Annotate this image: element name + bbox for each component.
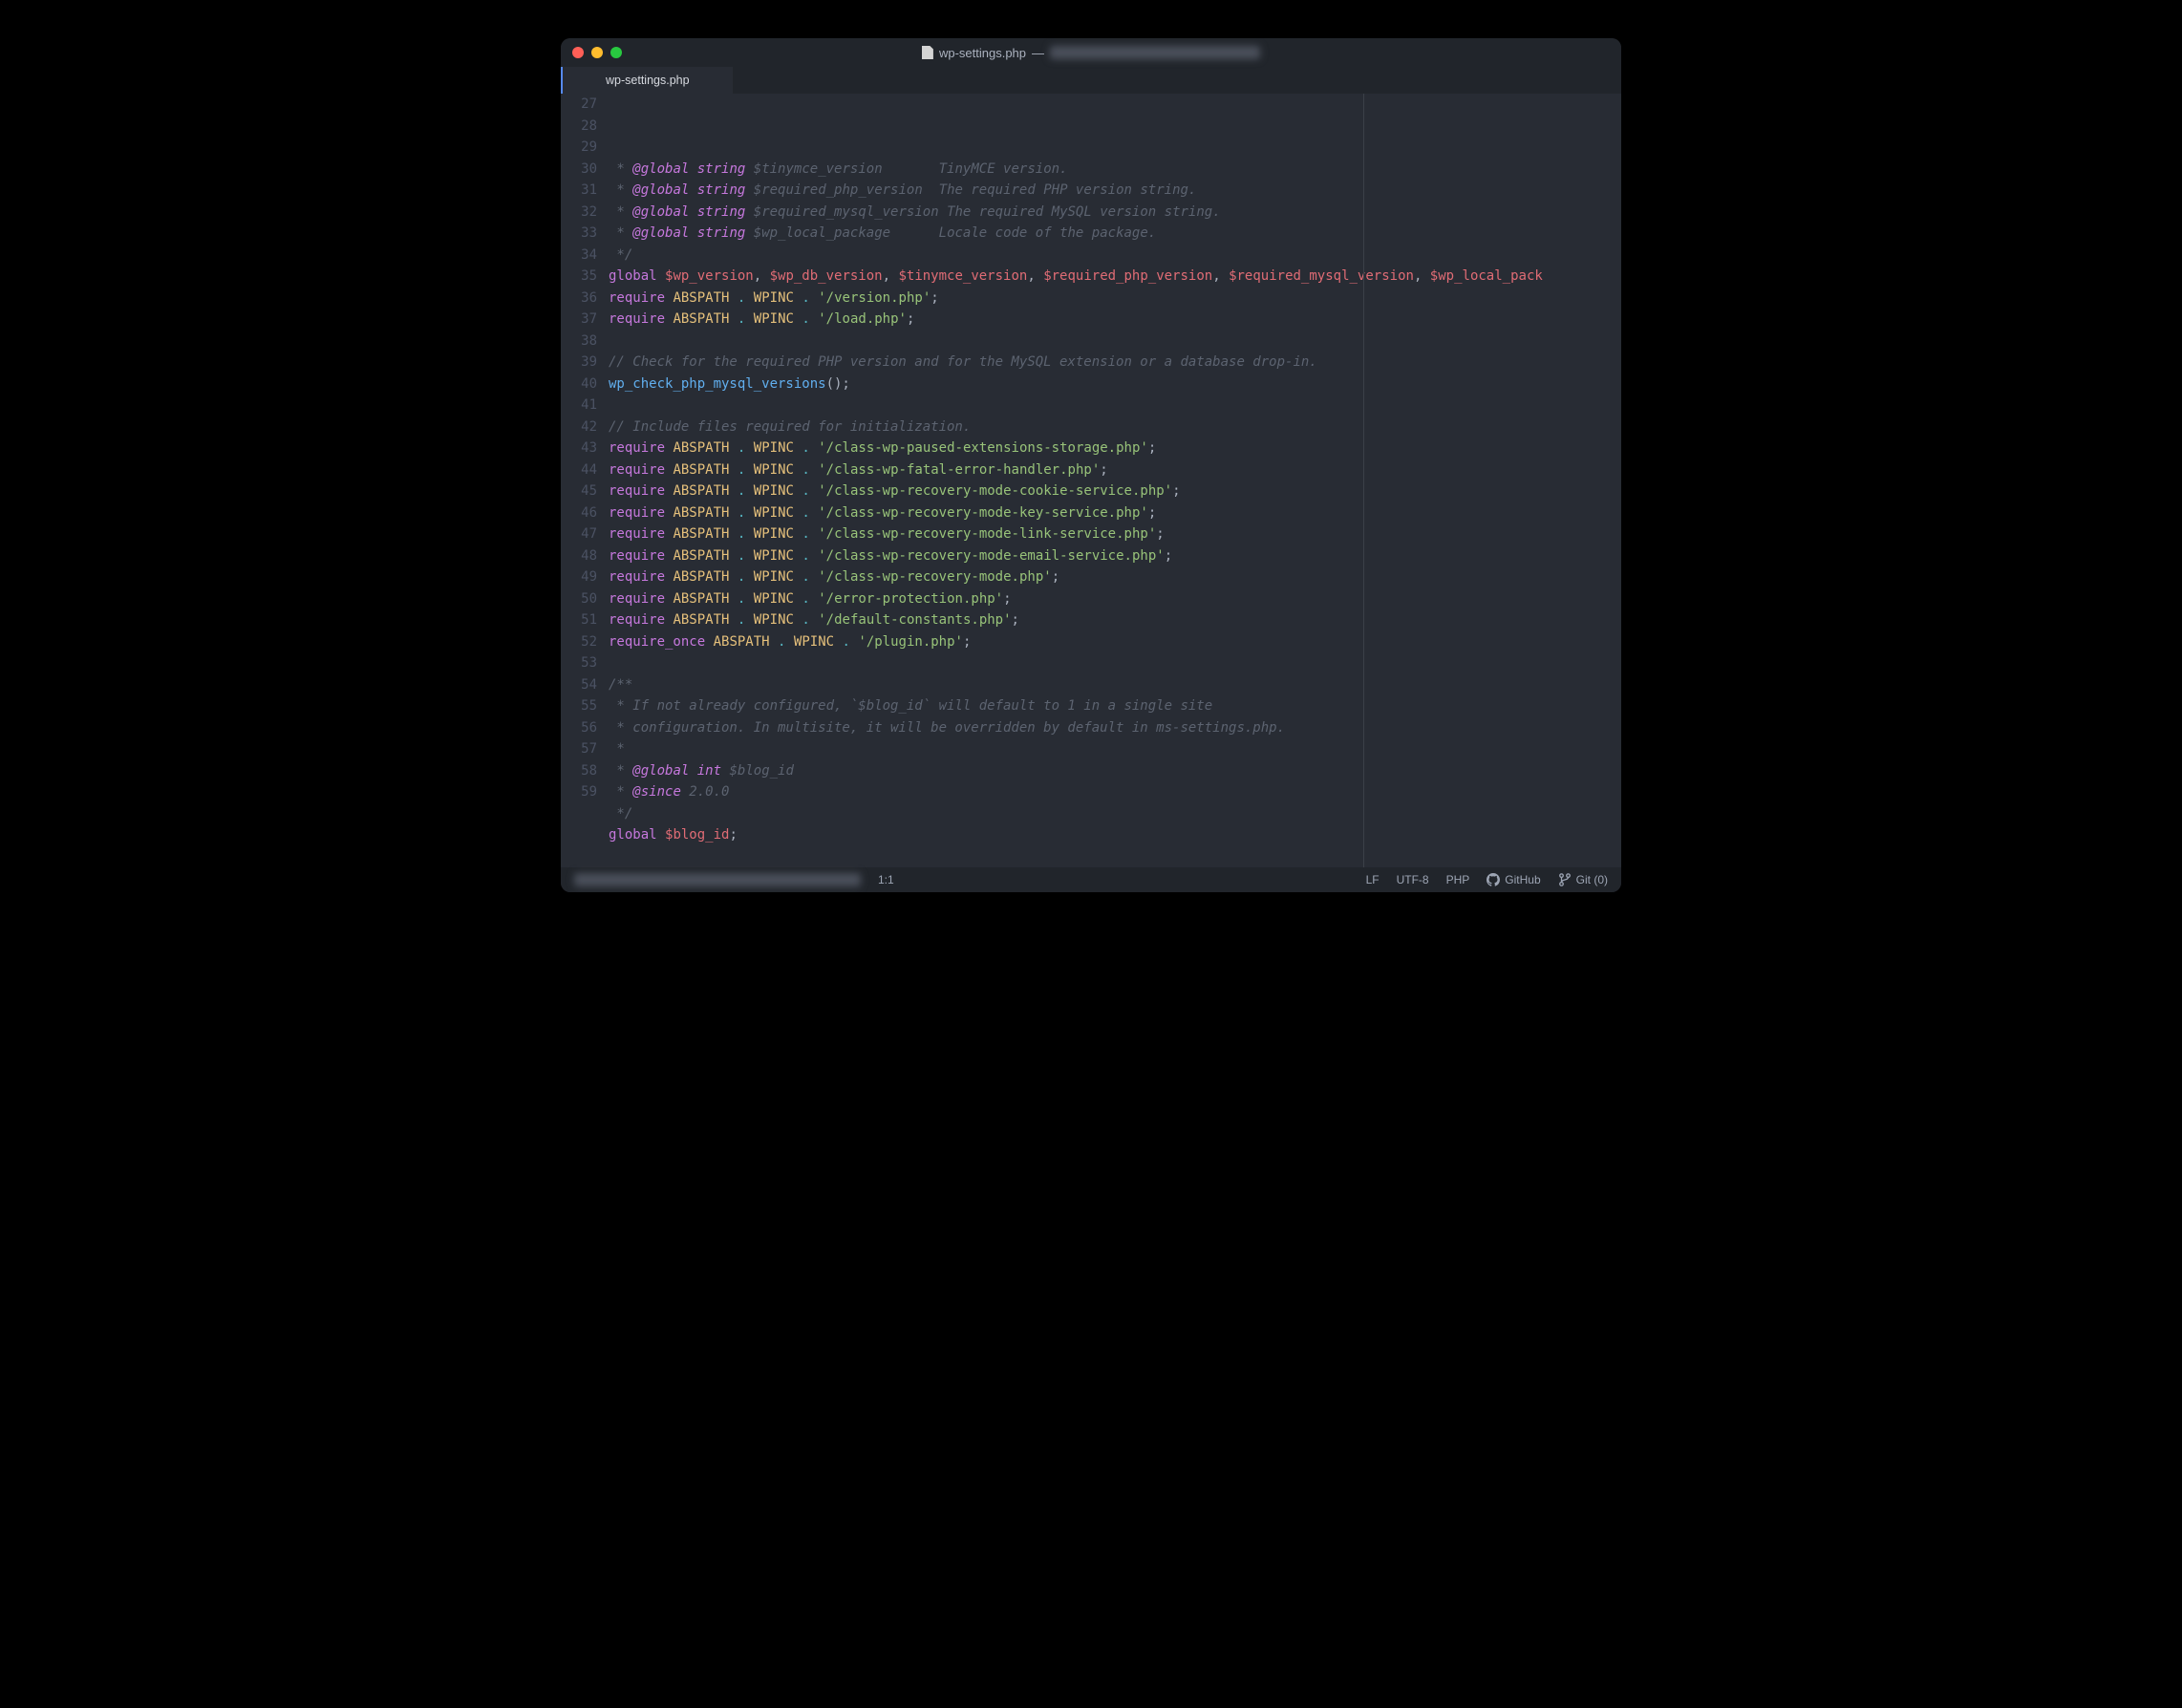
traffic-lights: [572, 47, 622, 58]
code-line[interactable]: [609, 652, 1621, 674]
line-number: 27: [561, 94, 597, 116]
title-path-redacted: [1050, 46, 1260, 59]
git-label: Git (0): [1576, 873, 1608, 886]
minimize-window-button[interactable]: [591, 47, 603, 58]
code-line[interactable]: require ABSPATH . WPINC . '/class-wp-rec…: [609, 480, 1621, 502]
code-line[interactable]: wp_check_php_mysql_versions();: [609, 374, 1621, 395]
line-number: 42: [561, 416, 597, 438]
line-number: 46: [561, 502, 597, 524]
github-label: GitHub: [1505, 873, 1540, 886]
code-line[interactable]: * @since 2.0.0: [609, 781, 1621, 803]
code-line[interactable]: * @global int $blog_id: [609, 760, 1621, 782]
code-line[interactable]: * @global string $tinymce_version TinyMC…: [609, 159, 1621, 181]
line-number: 28: [561, 116, 597, 138]
line-number: 49: [561, 566, 597, 588]
line-number: 35: [561, 266, 597, 288]
code-line[interactable]: require ABSPATH . WPINC . '/error-protec…: [609, 588, 1621, 610]
code-line[interactable]: /**: [609, 674, 1621, 696]
statusbar: 1:1 LF UTF-8 PHP GitHub Git (0): [561, 867, 1621, 892]
line-number: 34: [561, 245, 597, 267]
line-number-gutter: 2728293031323334353637383940414243444546…: [561, 94, 609, 867]
code-line[interactable]: */: [609, 245, 1621, 267]
code-line[interactable]: require ABSPATH . WPINC . '/class-wp-pau…: [609, 438, 1621, 459]
git-status[interactable]: Git (0): [1558, 873, 1608, 886]
maximize-window-button[interactable]: [610, 47, 622, 58]
line-number: 39: [561, 352, 597, 374]
line-number: 51: [561, 609, 597, 631]
close-window-button[interactable]: [572, 47, 584, 58]
line-number: 57: [561, 738, 597, 760]
code-line[interactable]: require ABSPATH . WPINC . '/class-wp-rec…: [609, 545, 1621, 567]
line-number: 36: [561, 288, 597, 310]
line-number: 48: [561, 545, 597, 567]
title-filename: wp-settings.php: [939, 46, 1026, 60]
code-line[interactable]: require ABSPATH . WPINC . '/class-wp-fat…: [609, 459, 1621, 481]
line-number: 54: [561, 674, 597, 696]
line-number: 29: [561, 137, 597, 159]
code-content[interactable]: * @global string $tinymce_version TinyMC…: [609, 94, 1621, 867]
line-number: 53: [561, 652, 597, 674]
code-line[interactable]: require ABSPATH . WPINC . '/class-wp-rec…: [609, 523, 1621, 545]
code-line[interactable]: * If not already configured, `$blog_id` …: [609, 695, 1621, 717]
file-language[interactable]: PHP: [1446, 873, 1470, 886]
editor-area[interactable]: 2728293031323334353637383940414243444546…: [561, 94, 1621, 867]
tabbar: wp-settings.php: [561, 67, 1621, 94]
github-icon: [1487, 873, 1500, 886]
line-number: 41: [561, 395, 597, 416]
line-number: 47: [561, 523, 597, 545]
code-line[interactable]: */: [609, 803, 1621, 825]
code-line[interactable]: require ABSPATH . WPINC . '/version.php'…: [609, 288, 1621, 310]
wrap-guide: [1363, 94, 1364, 867]
tab-wp-settings[interactable]: wp-settings.php: [561, 67, 733, 94]
code-line[interactable]: global $wp_version, $wp_db_version, $tin…: [609, 266, 1621, 288]
titlebar[interactable]: wp-settings.php —: [561, 38, 1621, 67]
github-status[interactable]: GitHub: [1487, 873, 1540, 886]
code-line[interactable]: [609, 846, 1621, 868]
line-number: 50: [561, 588, 597, 610]
cursor-position[interactable]: 1:1: [878, 873, 894, 886]
line-number: 52: [561, 631, 597, 653]
code-line[interactable]: [609, 331, 1621, 352]
tab-label: wp-settings.php: [606, 74, 690, 87]
git-branch-icon: [1558, 873, 1572, 886]
line-number: 55: [561, 695, 597, 717]
line-number: 59: [561, 781, 597, 803]
line-number: 56: [561, 717, 597, 739]
line-ending[interactable]: LF: [1366, 873, 1380, 886]
code-line[interactable]: require ABSPATH . WPINC . '/default-cons…: [609, 609, 1621, 631]
line-number: 37: [561, 309, 597, 331]
code-line[interactable]: * @global string $required_php_version T…: [609, 180, 1621, 202]
code-line[interactable]: *: [609, 738, 1621, 760]
line-number: 43: [561, 438, 597, 459]
file-encoding[interactable]: UTF-8: [1397, 873, 1429, 886]
status-path-redacted: [574, 873, 861, 886]
code-line[interactable]: require ABSPATH . WPINC . '/class-wp-rec…: [609, 502, 1621, 524]
line-number: 32: [561, 202, 597, 224]
line-number: 45: [561, 480, 597, 502]
code-line[interactable]: [609, 395, 1621, 416]
title-separator: —: [1032, 46, 1044, 60]
code-line[interactable]: require ABSPATH . WPINC . '/class-wp-rec…: [609, 566, 1621, 588]
line-number: 33: [561, 223, 597, 245]
code-line[interactable]: global $blog_id;: [609, 824, 1621, 846]
code-line[interactable]: * @global string $wp_local_package Local…: [609, 223, 1621, 245]
window-title: wp-settings.php —: [922, 46, 1260, 60]
editor-window: wp-settings.php — wp-settings.php 272829…: [561, 38, 1621, 892]
line-number: 58: [561, 760, 597, 782]
line-number: 31: [561, 180, 597, 202]
code-line[interactable]: require_once ABSPATH . WPINC . '/plugin.…: [609, 631, 1621, 653]
code-line[interactable]: * configuration. In multisite, it will b…: [609, 717, 1621, 739]
line-number: 44: [561, 459, 597, 481]
file-icon: [922, 46, 933, 59]
line-number: 40: [561, 374, 597, 395]
code-line[interactable]: // Include files required for initializa…: [609, 416, 1621, 438]
code-line[interactable]: require ABSPATH . WPINC . '/load.php';: [609, 309, 1621, 331]
code-line[interactable]: // Check for the required PHP version an…: [609, 352, 1621, 374]
line-number: 30: [561, 159, 597, 181]
code-line[interactable]: * @global string $required_mysql_version…: [609, 202, 1621, 224]
line-number: 38: [561, 331, 597, 352]
